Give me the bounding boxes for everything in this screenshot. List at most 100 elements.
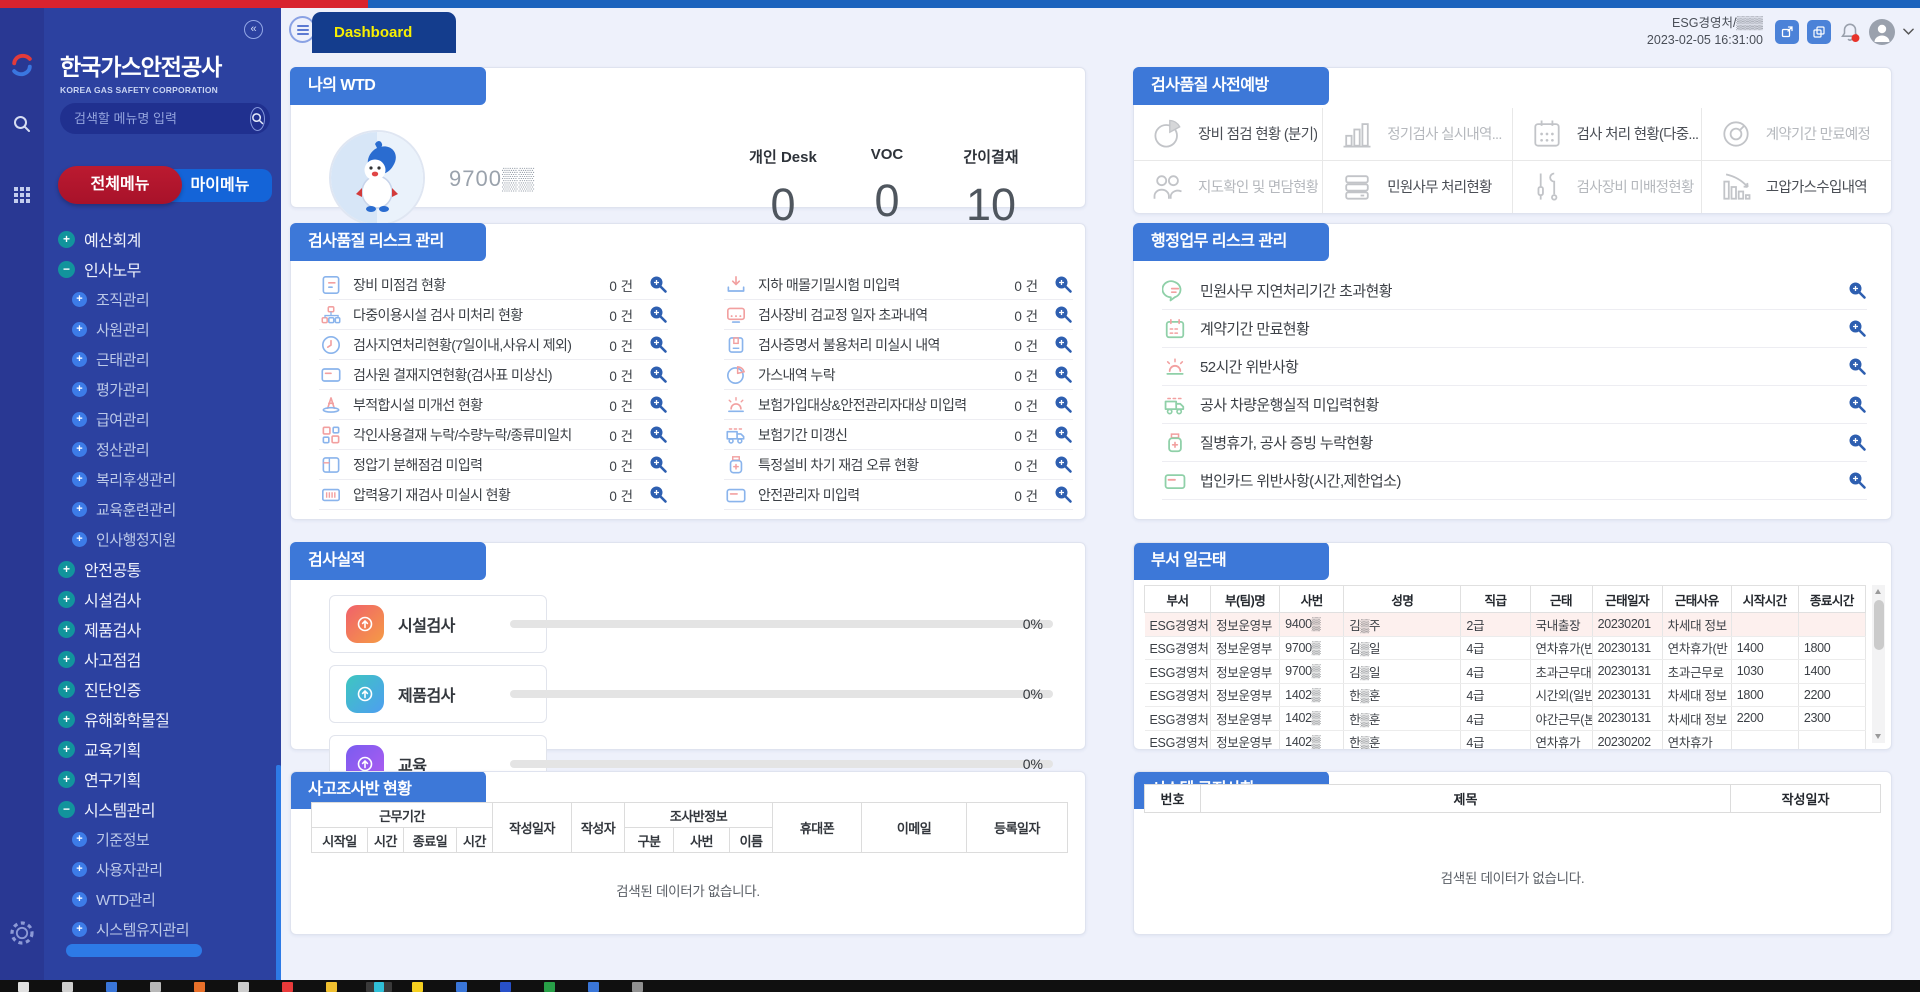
magnifier-icon[interactable] [649,365,668,384]
taskbar-icon[interactable] [18,982,29,992]
magnifier-icon[interactable] [1848,319,1867,338]
sidebar-item[interactable]: +사고점검 [44,644,281,674]
expand-icon[interactable]: + [72,412,87,427]
expand-icon[interactable]: + [58,681,75,698]
sidebar-item[interactable]: +시설검사 [44,584,281,614]
taskbar-icon[interactable] [544,982,555,992]
taskbar-icon[interactable] [456,982,467,992]
expand-icon[interactable]: + [72,832,87,847]
magnifier-icon[interactable] [649,275,668,294]
expand-icon[interactable]: + [58,591,75,608]
table-row[interactable]: ESG경영처정보운영부9700▒김▒일4급초과근무대20230131초과근무로1… [1145,660,1866,684]
magnifier-icon[interactable] [1054,305,1073,324]
tile-contract-expiry[interactable]: 계약기간 만료예정 [1702,108,1891,161]
sidebar-item[interactable]: +안전공통 [44,554,281,584]
magnifier-icon[interactable] [1848,471,1867,490]
sidebar-item[interactable]: +기준정보 [44,824,281,854]
sidebar-item[interactable]: −시스템관리 [44,794,281,824]
sidebar-item[interactable]: +연구기획 [44,764,281,794]
magnifier-icon[interactable] [649,425,668,444]
expand-icon[interactable]: + [58,231,75,248]
tile-guidance-interview[interactable]: 지도확인 및 면담현황 [1134,161,1323,214]
magnifier-icon[interactable] [1054,395,1073,414]
scroll-up-arrow[interactable] [1875,589,1881,594]
magnifier-icon[interactable] [1848,281,1867,300]
sidebar-item[interactable]: +조직관리 [44,284,281,314]
table-row[interactable]: ESG경영처정보운영부9700▒김▒일4급연차휴가(반20230131연차휴가(… [1145,636,1866,660]
sidebar-item[interactable]: +WTD관리 [44,884,281,914]
expand-icon[interactable]: + [58,771,75,788]
expand-icon[interactable]: + [72,382,87,397]
taskbar-icon[interactable] [282,982,293,992]
expand-icon[interactable]: + [72,532,87,547]
expand-icon[interactable]: + [72,922,87,937]
sidebar-item[interactable]: +사원관리 [44,314,281,344]
chevron-down-icon[interactable] [1903,28,1914,36]
table-row[interactable]: ESG경영처정보운영부1402▒한▒훈4급연차휴가20230202연차휴가 [1145,730,1866,750]
taskbar-icon[interactable] [412,982,423,992]
expand-icon[interactable]: + [72,352,87,367]
magnifier-icon[interactable] [1054,275,1073,294]
sidebar-collapse-button[interactable]: « [244,20,263,39]
scroll-thumb[interactable] [1874,600,1884,650]
magnifier-icon[interactable] [1054,335,1073,354]
taskbar-icon[interactable] [632,982,643,992]
tile-inspection-processing[interactable]: 검사 처리 현황(다중... [1513,108,1702,161]
expand-icon[interactable]: + [72,292,87,307]
magnifier-icon[interactable] [1054,365,1073,384]
tile-equipment-unassigned[interactable]: 검사장비 미배정현황 [1513,161,1702,214]
menu-search-input[interactable] [74,111,250,126]
notification-bell-icon[interactable] [1839,21,1861,43]
open-window-button[interactable] [1775,20,1799,44]
stat-voc[interactable]: VOC 0 [835,146,939,231]
expand-icon[interactable]: + [58,741,75,758]
stat-personal-desk[interactable]: 개인 Desk 0 [731,146,835,231]
expand-icon[interactable]: + [58,561,75,578]
sidebar-item[interactable]: +제품검사 [44,614,281,644]
sidebar-item[interactable]: +진단인증 [44,674,281,704]
expand-icon[interactable]: + [58,621,75,638]
tile-civil-affairs[interactable]: 민원사무 처리현황 [1323,161,1512,214]
sidebar-item[interactable]: +교육훈련관리 [44,494,281,524]
sidebar-item[interactable]: +급여관리 [44,404,281,434]
taskbar-icon[interactable] [374,982,384,992]
sidebar-item[interactable]: +사용자관리 [44,854,281,884]
sidebar-item[interactable]: +평가관리 [44,374,281,404]
expand-icon[interactable]: + [58,651,75,668]
sidebar-item[interactable]: +근태관리 [44,344,281,374]
expand-icon[interactable]: + [58,711,75,728]
windows-taskbar[interactable] [0,980,1920,992]
table-row[interactable]: ESG경영처정보운영부1402▒한▒훈4급야간근무(본20230131차세대 정… [1145,707,1866,731]
magnifier-icon[interactable] [1054,455,1073,474]
sidebar-item[interactable]: +인사행정지원 [44,524,281,554]
magnifier-icon[interactable] [1848,433,1867,452]
sidebar-item[interactable]: +교육기획 [44,734,281,764]
magnifier-icon[interactable] [1054,485,1073,504]
sidebar-item[interactable]: −인사노무 [44,254,281,284]
grid-menu-icon[interactable] [13,186,31,204]
tile-equipment-check[interactable]: 장비 점검 현황 (분기) [1134,108,1323,161]
magnifier-icon[interactable] [649,335,668,354]
expand-icon[interactable]: + [72,892,87,907]
table-scrollbar[interactable] [1872,585,1885,743]
magnifier-icon[interactable] [649,395,668,414]
sidebar-item[interactable]: +유해화학물질 [44,704,281,734]
taskbar-icon[interactable] [194,982,205,992]
taskbar-icon[interactable] [500,982,511,992]
taskbar-icon[interactable] [62,982,73,992]
taskbar-icon[interactable] [326,982,337,992]
stat-quick-approval[interactable]: 간이결재 10 [939,146,1043,231]
table-row[interactable]: ESG경영처정보운영부1402▒한▒훈4급시간외(일반20230131차세대 정… [1145,683,1866,707]
tile-gas-import[interactable]: 고압가스수입내역 [1702,161,1891,214]
magnifier-icon[interactable] [649,455,668,474]
magnifier-icon[interactable] [1848,357,1867,376]
sidebar-item[interactable]: +시스템유지관리 [44,914,281,944]
sidebar-scroll-pill[interactable] [66,944,202,957]
sidebar-item[interactable]: +복리후생관리 [44,464,281,494]
taskbar-icon[interactable] [150,982,161,992]
expand-icon[interactable]: + [72,322,87,337]
expand-icon[interactable]: + [72,442,87,457]
open-windows-button[interactable] [1807,20,1831,44]
collapse-icon[interactable]: − [58,801,75,818]
expand-icon[interactable]: + [72,502,87,517]
